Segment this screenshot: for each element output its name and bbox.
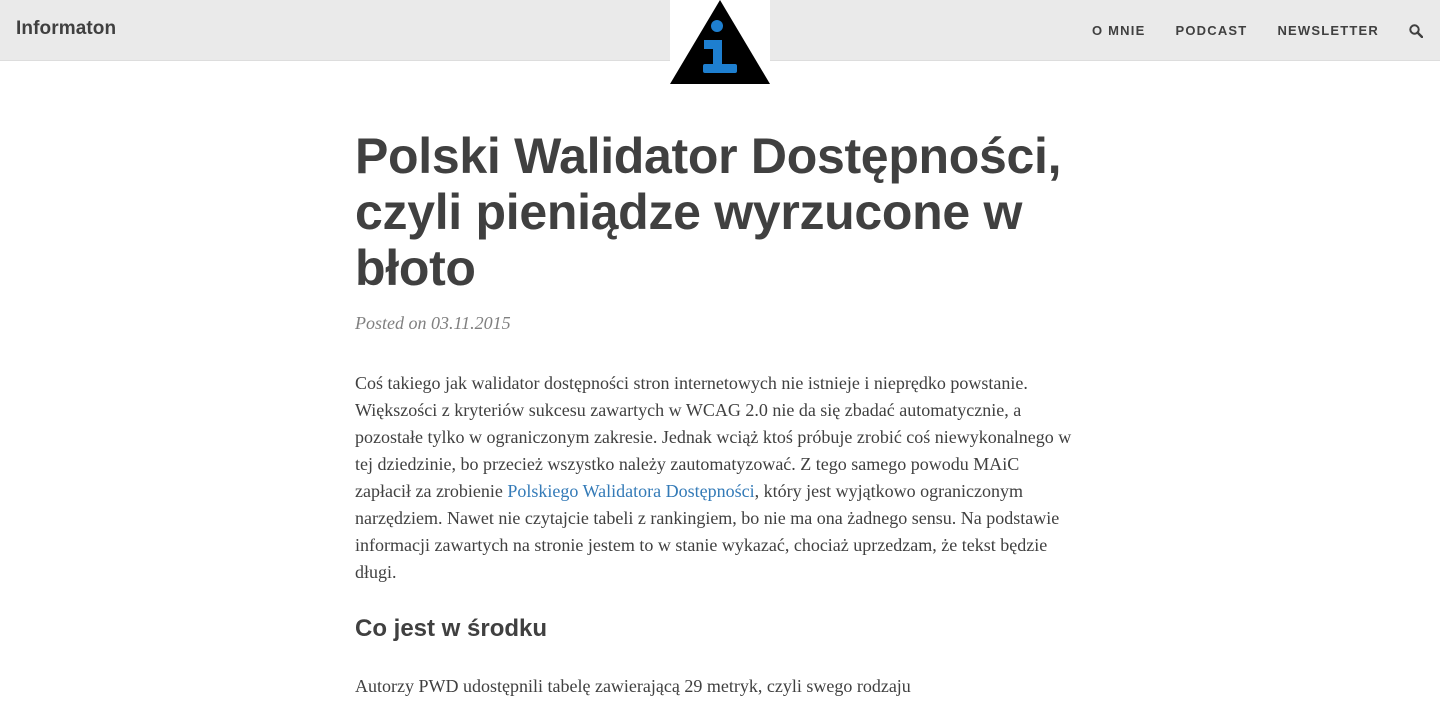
search-icon[interactable] [1409, 23, 1424, 38]
info-triangle-logo-icon [670, 0, 770, 84]
brand-link[interactable]: Informaton [16, 18, 116, 40]
post-paragraph: Coś takiego jak walidator dostępności st… [355, 370, 1075, 586]
top-navbar: Informaton O MNIE PODCAST NEWSLETTER [0, 0, 1440, 84]
post-date: Posted on 03.11.2015 [355, 313, 511, 333]
nav-link-podcast[interactable]: PODCAST [1175, 23, 1247, 38]
nav-links: O MNIE PODCAST NEWSLETTER [1092, 0, 1440, 61]
pwd-link[interactable]: Polskiego Walidatora Dostępności [507, 481, 754, 501]
post-title: Polski Walidator Dostępności, czyli pien… [355, 128, 1062, 296]
nav-link-newsletter[interactable]: NEWSLETTER [1277, 23, 1379, 38]
post-content: Polski Walidator Dostępności, czyli pien… [355, 128, 1085, 700]
site-logo[interactable] [670, 0, 770, 84]
nav-link-o-mnie[interactable]: O MNIE [1092, 23, 1145, 38]
post-paragraph: Autorzy PWD udostępnili tabelę zawierają… [355, 676, 911, 696]
section-heading: Co jest w środku [355, 615, 548, 642]
